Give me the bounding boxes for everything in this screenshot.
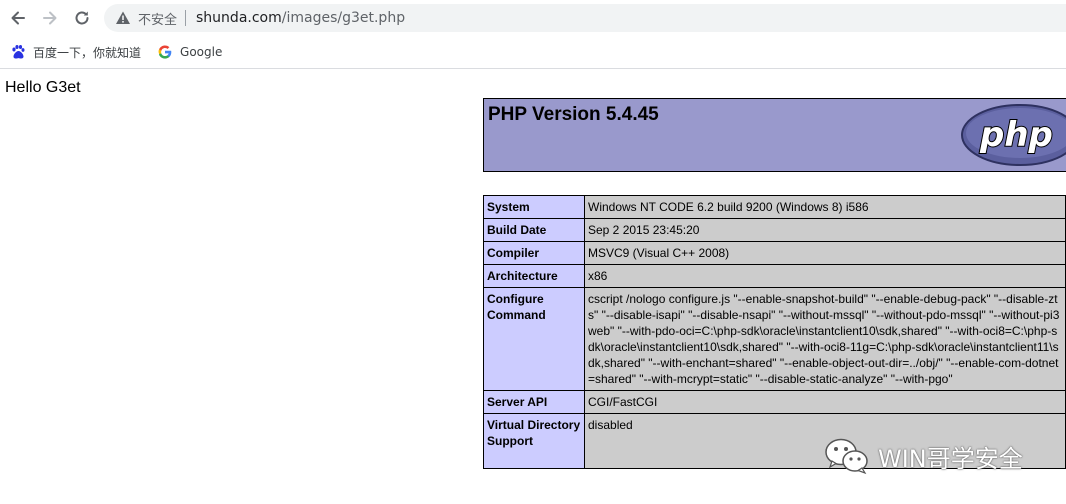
row-key: Virtual Directory Support	[483, 413, 585, 469]
reload-icon	[75, 11, 89, 25]
reload-button[interactable]	[70, 6, 94, 30]
table-row: Server API CGI/FastCGI	[483, 390, 1066, 414]
table-row: Architecture x86	[483, 264, 1066, 288]
row-value: CGI/FastCGI	[584, 390, 1066, 414]
php-logo[interactable]: php	[960, 104, 1066, 166]
row-key: Architecture	[483, 264, 585, 288]
row-key: Server API	[483, 390, 585, 414]
browser-toolbar: 不安全 shunda.com/images/g3et.php	[0, 0, 1066, 36]
row-value: x86	[584, 264, 1066, 288]
row-value: cscript /nologo configure.js "--enable-s…	[584, 287, 1066, 391]
address-bar[interactable]: 不安全 shunda.com/images/g3et.php	[104, 4, 1066, 32]
table-row: System Windows NT CODE 6.2 build 9200 (W…	[483, 195, 1066, 219]
baidu-paw-icon	[10, 44, 26, 60]
url-path: /images/g3et.php	[281, 10, 406, 26]
forward-arrow-icon	[43, 11, 57, 25]
not-secure-warning-icon[interactable]	[114, 9, 132, 27]
php-version-title: PHP Version 5.4.45	[488, 104, 659, 125]
bookmark-label: Google	[180, 45, 223, 59]
google-g-icon	[157, 44, 173, 60]
back-arrow-icon	[11, 11, 25, 25]
address-separator	[185, 10, 187, 26]
back-button[interactable]	[6, 6, 30, 30]
row-value: MSVC9 (Visual C++ 2008)	[584, 241, 1066, 265]
php-info-table: System Windows NT CODE 6.2 build 9200 (W…	[483, 195, 1066, 469]
row-key: Configure Command	[483, 287, 585, 391]
security-label[interactable]: 不安全	[138, 9, 177, 28]
row-key: Build Date	[483, 218, 585, 242]
php-logo-text: php	[979, 115, 1053, 155]
bookmark-google[interactable]: Google	[157, 44, 222, 60]
hello-text: Hello G3et	[5, 79, 81, 96]
url-text[interactable]: shunda.com/images/g3et.php	[196, 10, 405, 26]
wechat-icon	[825, 438, 868, 475]
bookmark-baidu[interactable]: 百度一下，你就知道	[10, 44, 141, 61]
php-version-header: PHP Version 5.4.45 php	[483, 98, 1066, 172]
table-row: Build Date Sep 2 2015 23:45:20	[483, 218, 1066, 242]
table-row: Compiler MSVC9 (Visual C++ 2008)	[483, 241, 1066, 265]
row-value: Windows NT CODE 6.2 build 9200 (Windows …	[584, 195, 1066, 219]
bookmark-label: 百度一下，你就知道	[33, 45, 142, 60]
row-key: System	[483, 195, 585, 219]
table-row: Configure Command cscript /nologo config…	[483, 287, 1066, 391]
row-key: Compiler	[483, 241, 585, 265]
watermark: WIN哥学安全	[824, 437, 1023, 475]
bookmarks-bar: 百度一下，你就知道 Google	[0, 36, 1066, 69]
forward-button[interactable]	[38, 6, 62, 30]
url-host: shunda.com	[196, 10, 282, 26]
row-value: Sep 2 2015 23:45:20	[584, 218, 1066, 242]
watermark-text: WIN哥学安全	[878, 444, 1023, 473]
